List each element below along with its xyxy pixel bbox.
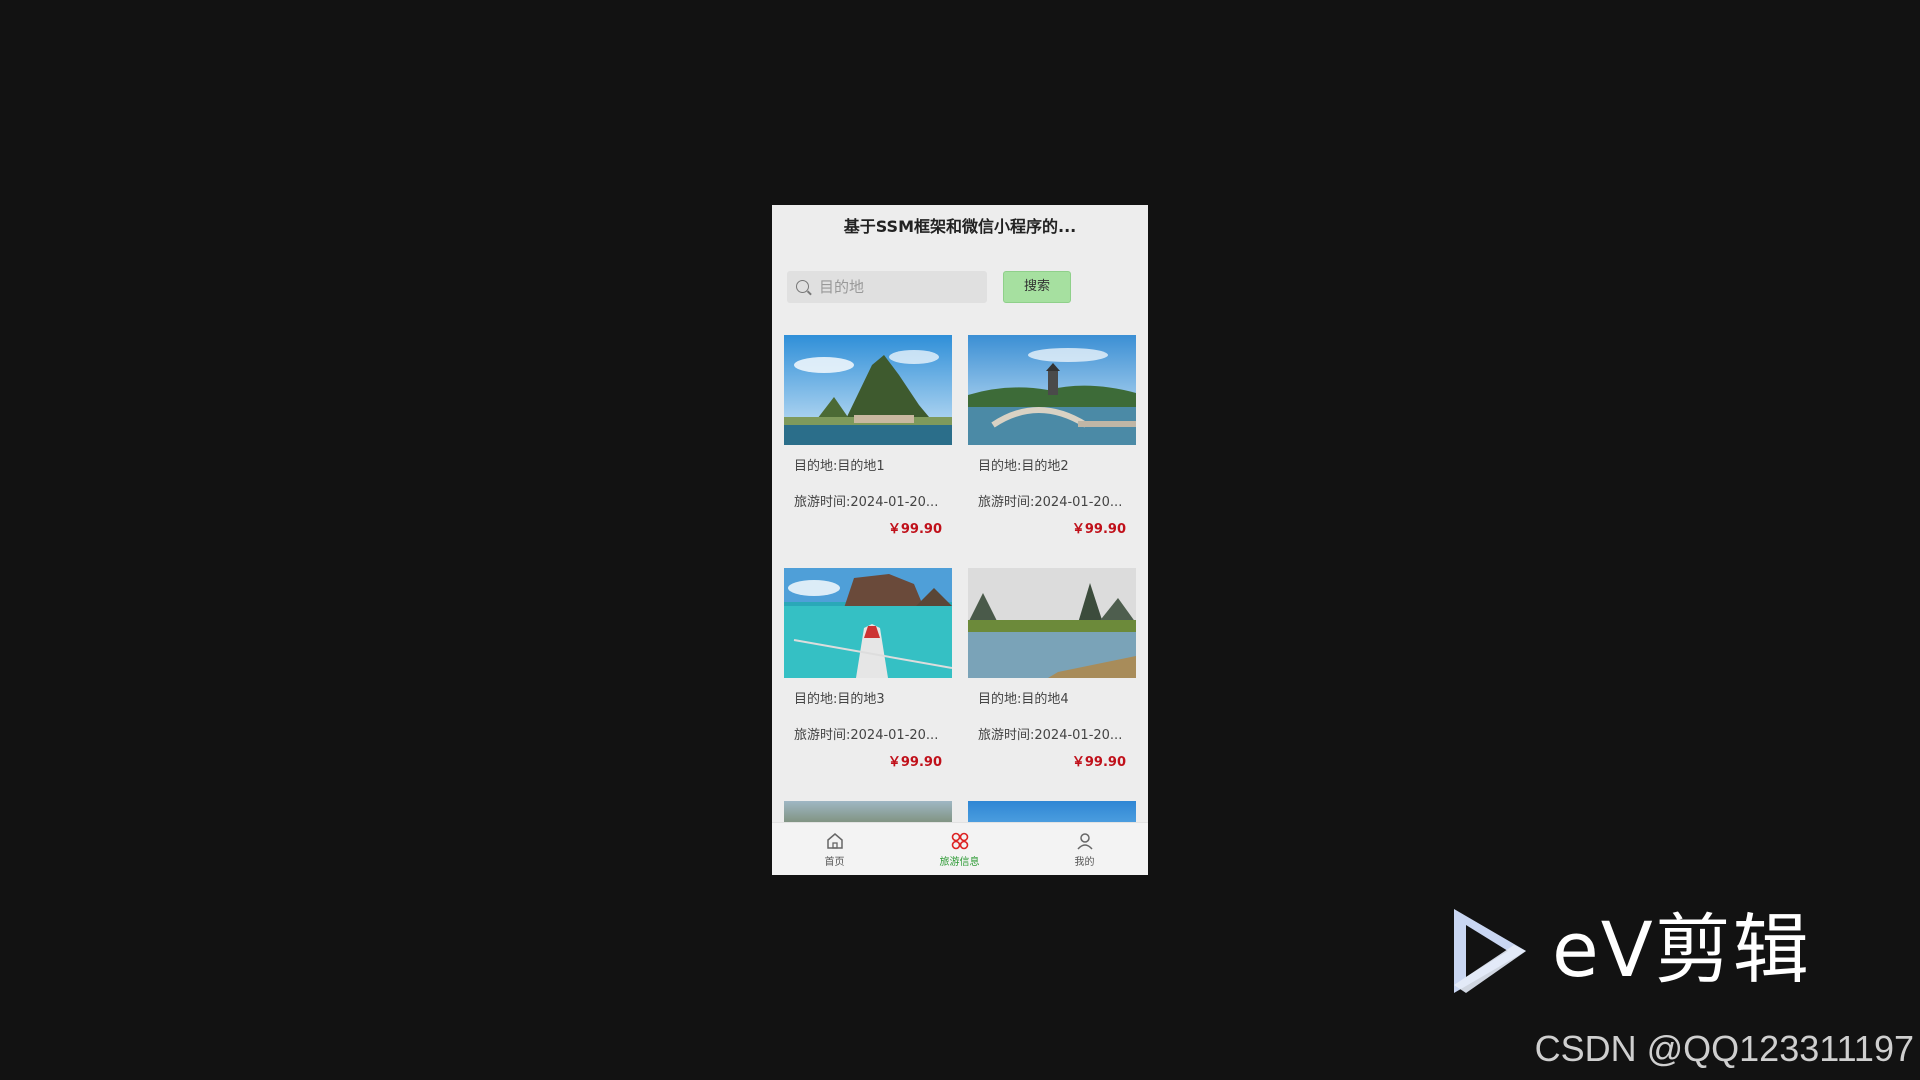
page-title: 基于SSM框架和微信小程序的... (843, 217, 1077, 236)
card-time: 旅游时间:2024-01-20... (978, 495, 1123, 510)
tab-label: 首页 (824, 857, 845, 868)
ev-watermark-text: eV剪辑 (1552, 905, 1811, 994)
card-time: 旅游时间:2024-01-20... (794, 728, 939, 743)
search-bar: 搜索 (787, 271, 1133, 305)
travel-card[interactable]: 目的地:目的地2 旅游时间:2024-01-20... ￥99.90 (968, 335, 1136, 545)
card-destination: 目的地:目的地3 (794, 692, 885, 707)
card-price: ￥99.90 (887, 755, 942, 770)
mini-program-screen: 基于SSM框架和微信小程序的... 搜索 (772, 205, 1148, 875)
card-time: 旅游时间:2024-01-20... (794, 495, 939, 510)
home-icon (826, 833, 843, 849)
search-input[interactable] (819, 271, 979, 303)
stone-bridge-pagoda-photo[interactable] (968, 335, 1136, 445)
grid-flower-icon (951, 832, 968, 850)
card-destination: 目的地:目的地4 (978, 692, 1069, 707)
tab-mine[interactable]: 我的 (1022, 823, 1147, 875)
travel-card[interactable]: 目的地:目的地4 旅游时间:2024-01-20... ￥99.90 (968, 568, 1136, 778)
tab-label: 旅游信息 (939, 857, 980, 868)
river-karst-bamboo-raft-photo[interactable] (968, 568, 1136, 678)
search-button[interactable]: 搜索 (1003, 271, 1071, 303)
tab-bar: 首页 旅游信息 我的 (772, 822, 1148, 875)
travel-card[interactable]: 目的地:目的地3 旅游时间:2024-01-20... ￥99.90 (784, 568, 952, 778)
card-destination: 目的地:目的地2 (978, 459, 1069, 474)
card-price: ￥99.90 (887, 522, 942, 537)
search-field[interactable] (787, 271, 987, 303)
travel-card[interactable]: 目的地:目的地1 旅游时间:2024-01-20... ￥99.90 (784, 335, 952, 545)
card-price: ￥99.90 (1071, 755, 1126, 770)
search-icon (796, 280, 809, 293)
card-time: 旅游时间:2024-01-20... (978, 728, 1123, 743)
tab-travel-info[interactable]: 旅游信息 (897, 823, 1022, 875)
csdn-watermark: CSDN @QQ123311197 (1534, 1028, 1914, 1069)
boat-turquoise-sea-photo[interactable] (784, 568, 952, 678)
card-price: ￥99.90 (1071, 522, 1126, 537)
karst-peak-lake-photo[interactable] (784, 335, 952, 445)
tab-home[interactable]: 首页 (772, 823, 897, 875)
tab-label: 我的 (1074, 857, 1095, 868)
card-destination: 目的地:目的地1 (794, 459, 885, 474)
user-icon (1076, 833, 1093, 850)
